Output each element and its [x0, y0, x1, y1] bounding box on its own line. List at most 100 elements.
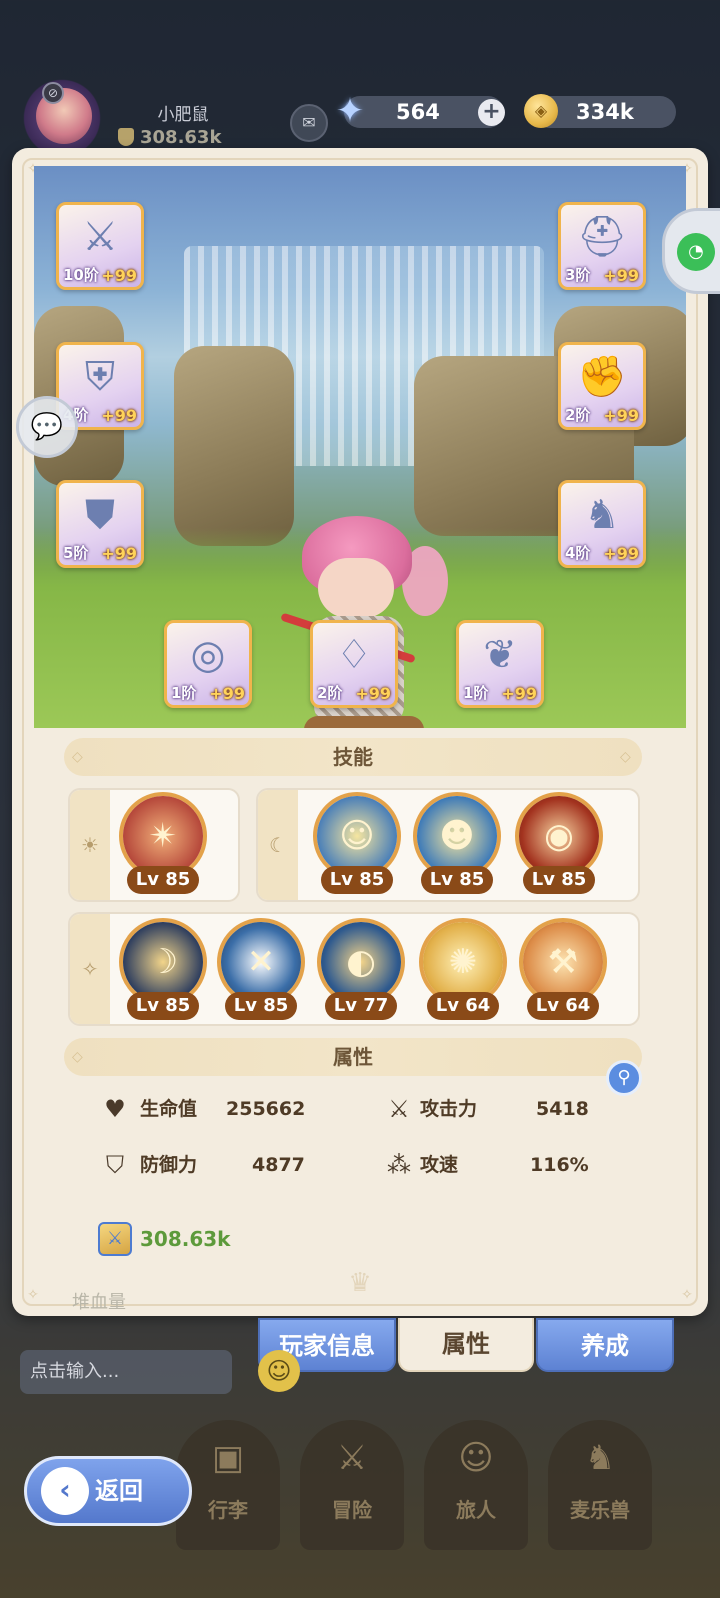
- skill-slot[interactable]: ✴ Lv 85: [118, 792, 208, 894]
- skill-level: Lv 64: [427, 992, 499, 1020]
- skill-slot[interactable]: ✕ Lv 85: [216, 918, 306, 1020]
- skill-slot[interactable]: ◐ Lv 77: [316, 918, 406, 1020]
- pet-face-icon: ♞: [584, 1438, 616, 1478]
- character-portrait-icon: ☺: [458, 1438, 494, 1478]
- equip-tier: 10阶: [63, 266, 99, 284]
- skill-slot[interactable]: ☽ Lv 85: [118, 918, 208, 1020]
- combat-power-value: 308.63k: [140, 1227, 231, 1251]
- sun-icon: ☀: [70, 790, 110, 900]
- nav-pets[interactable]: ♞ 麦乐兽: [548, 1420, 652, 1550]
- nav-label: 旅人: [456, 1498, 496, 1522]
- shield-icon: ⛉: [106, 1151, 124, 1179]
- nav-label: 冒险: [332, 1498, 372, 1522]
- skills-header: ◇ 技能 ◇: [64, 738, 642, 776]
- tab-attributes[interactable]: 属性: [398, 1318, 534, 1372]
- add-gems-button[interactable]: +: [478, 99, 505, 126]
- nav-adventure[interactable]: ⚔ 冒险: [300, 1420, 404, 1550]
- ring-icon: ◎: [190, 632, 226, 678]
- equip-plus: +99: [603, 544, 639, 563]
- equip-plus: +99: [501, 684, 537, 703]
- gauntlet-icon: ✊: [577, 354, 627, 400]
- crescent-skill-icon: ☽: [123, 922, 203, 1002]
- chest-armor-icon: ⛨: [85, 354, 115, 400]
- skill-slot[interactable]: ⚒ Lv 64: [518, 918, 608, 1020]
- attributes-header: ◇ 属性: [64, 1038, 642, 1076]
- corner-ornament-icon: ✧: [27, 1287, 39, 1303]
- skill-level: Lv 85: [523, 866, 595, 894]
- skill-level: Lv 85: [127, 992, 199, 1020]
- equip-plus: +99: [101, 544, 137, 563]
- eye-skill-icon: ◐: [321, 922, 401, 1002]
- back-button[interactable]: ‹ 返回: [24, 1456, 192, 1526]
- necklace-icon: ♢: [336, 632, 372, 678]
- skill-slot[interactable]: ☻ Lv 85: [412, 792, 502, 894]
- equip-slot-gloves[interactable]: ✊ 2阶 +99: [558, 342, 646, 430]
- sparkle-icon: ✧: [70, 914, 110, 1024]
- equip-tier: 2阶: [317, 684, 343, 702]
- equip-tier: 1阶: [463, 684, 489, 702]
- gem-value: 564: [396, 100, 440, 124]
- equip-tier: 5阶: [63, 544, 89, 562]
- skill-slot[interactable]: ◉ Lv 85: [514, 792, 604, 894]
- gold-coin-icon: ◈: [524, 94, 558, 128]
- equip-slot-helmet[interactable]: ⛑ 3阶 +99: [558, 202, 646, 290]
- equip-slot-pants[interactable]: ⛊ 5阶 +99: [56, 480, 144, 568]
- rank-badge-icon: ⊘: [42, 82, 64, 104]
- wechat-icon: ◔: [677, 233, 715, 271]
- equip-slot-weapon[interactable]: ⚔ 10阶 +99: [56, 202, 144, 290]
- attack-speed-icon: ⁂: [387, 1151, 411, 1179]
- chat-bubble-icon[interactable]: 💬: [16, 396, 78, 458]
- skill-level: Lv 85: [225, 992, 297, 1020]
- player-power-value: 308.63k: [140, 126, 222, 148]
- gold-value: 334k: [576, 100, 634, 124]
- moon-icon: ☾: [258, 790, 298, 900]
- skill-slot[interactable]: ☺ Lv 85: [312, 792, 402, 894]
- emoji-icon[interactable]: ☺: [258, 1350, 300, 1392]
- equip-slot-ring[interactable]: ◎ 1阶 +99: [164, 620, 252, 708]
- charm-icon: ❦: [483, 632, 517, 678]
- equip-slot-charm[interactable]: ❦ 1阶 +99: [456, 620, 544, 708]
- attack-label: 攻击力: [420, 1098, 478, 1120]
- helmet-icon: ⛑: [576, 214, 628, 260]
- hp-value: 255662: [226, 1098, 306, 1120]
- crossed-swords-icon: ⚔: [336, 1438, 368, 1478]
- skill-slot[interactable]: ✺ Lv 64: [418, 918, 508, 1020]
- corner-ornament-icon: ✧: [681, 1287, 693, 1303]
- slash-burst-skill-icon: ✕: [221, 922, 301, 1002]
- player-avatar[interactable]: ⊘: [14, 78, 110, 158]
- player-name: 小肥鼠: [157, 105, 209, 125]
- equip-slot-necklace[interactable]: ♢ 2阶 +99: [310, 620, 398, 708]
- equip-plus: +99: [101, 406, 137, 425]
- chat-input[interactable]: 点击输入...: [20, 1350, 232, 1394]
- shuriken-skill-icon: ✴: [123, 796, 203, 876]
- mail-icon[interactable]: ✉: [290, 104, 328, 142]
- under-panel-text: 堆血量: [72, 1292, 126, 1313]
- crown-ornament-icon: ♛: [348, 1268, 372, 1298]
- rock: [174, 346, 294, 546]
- magnify-icon[interactable]: ⚲: [606, 1060, 642, 1096]
- attack-speed-value: 116%: [530, 1154, 589, 1176]
- nav-label: 行李: [208, 1498, 248, 1522]
- defense-label: 防御力: [140, 1154, 198, 1176]
- equip-plus: +99: [209, 684, 245, 703]
- crossed-swords-icon: ⚔: [388, 1095, 410, 1123]
- blond-hero-blue-skill-icon: ☻: [417, 796, 497, 876]
- skill-level: Lv 77: [325, 992, 397, 1020]
- leg-armor-icon: ⛊: [85, 492, 115, 538]
- wechat-side-tab[interactable]: ◔: [662, 208, 720, 294]
- radiant-eye-skill-icon: ✺: [423, 922, 503, 1002]
- combat-power-icon: ⚔: [98, 1222, 132, 1256]
- power-shield-icon: [118, 128, 134, 146]
- equip-slot-boots[interactable]: ♞ 4阶 +99: [558, 480, 646, 568]
- equip-tier: 4阶: [565, 544, 591, 562]
- blond-hero-skill-icon: ☺: [317, 796, 397, 876]
- equip-plus: +99: [603, 266, 639, 285]
- skills-title: 技能: [333, 745, 373, 769]
- equip-plus: +99: [355, 684, 391, 703]
- tab-training[interactable]: 养成: [536, 1318, 674, 1372]
- defense-value: 4877: [252, 1154, 305, 1176]
- chest-icon: ▣: [211, 1438, 245, 1478]
- diamond-ornament-icon: ◇: [620, 749, 631, 765]
- skill-level: Lv 85: [321, 866, 393, 894]
- nav-travelers[interactable]: ☺ 旅人: [424, 1420, 528, 1550]
